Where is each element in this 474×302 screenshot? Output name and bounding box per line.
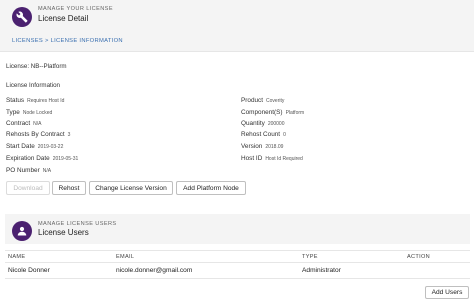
detail-quantity: Quantity 200000 <box>241 120 285 127</box>
user-email-cell: nicole.donner@gmail.com <box>116 267 193 274</box>
detail-value: Host Id Required <box>265 156 303 162</box>
detail-label: Start Date <box>6 143 35 150</box>
detail-value: Coverity <box>266 98 285 104</box>
detail-value: 0 <box>283 132 286 138</box>
detail-label: Quantity <box>241 120 265 127</box>
detail-label: Expiration Date <box>6 155 50 162</box>
add-users-button[interactable]: Add Users <box>425 286 469 299</box>
add-platform-node-button[interactable]: Add Platform Node <box>176 181 246 195</box>
detail-rehosts-by-contract: Rehosts By Contract 3 <box>6 131 70 138</box>
detail-label: Status <box>6 97 25 104</box>
users-title: License Users <box>38 228 89 237</box>
detail-label: Version <box>241 143 263 150</box>
detail-value: 2019-03-22 <box>37 144 64 150</box>
header-kicker: MANAGE YOUR LICENSE <box>38 6 113 12</box>
detail-status: Status Requires Host Id <box>6 97 64 104</box>
detail-label: PO Number <box>6 167 40 174</box>
detail-label: Component(S) <box>241 109 283 116</box>
wrench-icon <box>16 11 28 23</box>
change-license-version-button[interactable]: Change License Version <box>89 181 173 195</box>
license-name-line: License: NB--Platform <box>6 63 67 70</box>
user-type-cell: Administrator <box>302 267 341 274</box>
detail-value: N/A <box>42 168 52 174</box>
users-table-header: NAME EMAIL TYPE ACTION <box>5 250 470 263</box>
table-row: Nicole Donner nicole.donner@gmail.com Ad… <box>5 263 470 279</box>
detail-label: Rehost Count <box>241 131 281 138</box>
license-name-value: NB--Platform <box>30 63 67 70</box>
detail-host-id: Host ID Host Id Required <box>241 155 303 162</box>
detail-components: Component(S) Platform <box>241 109 304 116</box>
breadcrumb-license-information[interactable]: LICENSE INFORMATION <box>51 38 123 44</box>
detail-po-number: PO Number N/A <box>6 167 51 174</box>
column-type[interactable]: TYPE <box>302 254 318 260</box>
detail-value: 200000 <box>267 121 285 127</box>
detail-value: Platform <box>285 110 305 116</box>
users-icon-badge <box>12 221 32 241</box>
users-kicker: MANAGE LICENSE USERS <box>38 221 117 227</box>
breadcrumb-licenses[interactable]: LICENSES <box>12 38 43 44</box>
rehost-button[interactable]: Rehost <box>52 181 86 195</box>
detail-value: 3 <box>67 132 71 138</box>
column-name[interactable]: NAME <box>8 254 25 260</box>
detail-product: Product Coverity <box>241 97 284 104</box>
section-title-license-information: License Information <box>6 82 60 89</box>
detail-label: Contract <box>6 120 31 127</box>
detail-value: N/A <box>33 121 42 127</box>
detail-rehost-count: Rehost Count 0 <box>241 131 286 138</box>
detail-label: Product <box>241 97 264 104</box>
detail-type: Type Node Locked <box>6 109 52 116</box>
detail-expiration-date: Expiration Date 2019-05-31 <box>6 155 78 162</box>
detail-start-date: Start Date 2019-03-22 <box>6 143 63 150</box>
detail-value: 2018.09 <box>265 144 284 150</box>
download-button[interactable]: Download <box>6 181 50 195</box>
detail-value: Node Locked <box>22 110 53 116</box>
detail-label: Type <box>6 109 20 116</box>
column-action: ACTION <box>407 254 430 260</box>
detail-version: Version 2018.09 <box>241 143 283 150</box>
detail-contract: Contract N/A <box>6 120 42 127</box>
breadcrumb: LICENSES > LICENSE INFORMATION <box>12 38 123 44</box>
detail-label: Rehosts By Contract <box>6 131 65 138</box>
column-email[interactable]: EMAIL <box>116 254 134 260</box>
detail-label: Host ID <box>241 155 263 162</box>
user-icon <box>17 226 27 236</box>
detail-value: 2019-05-31 <box>52 156 79 162</box>
license-name-label: License: <box>6 63 30 70</box>
user-name-cell: Nicole Donner <box>8 267 50 274</box>
breadcrumb-separator: > <box>45 38 49 44</box>
header-icon-badge <box>12 7 32 27</box>
page-title: License Detail <box>38 14 89 23</box>
detail-value: Requires Host Id <box>27 98 65 104</box>
